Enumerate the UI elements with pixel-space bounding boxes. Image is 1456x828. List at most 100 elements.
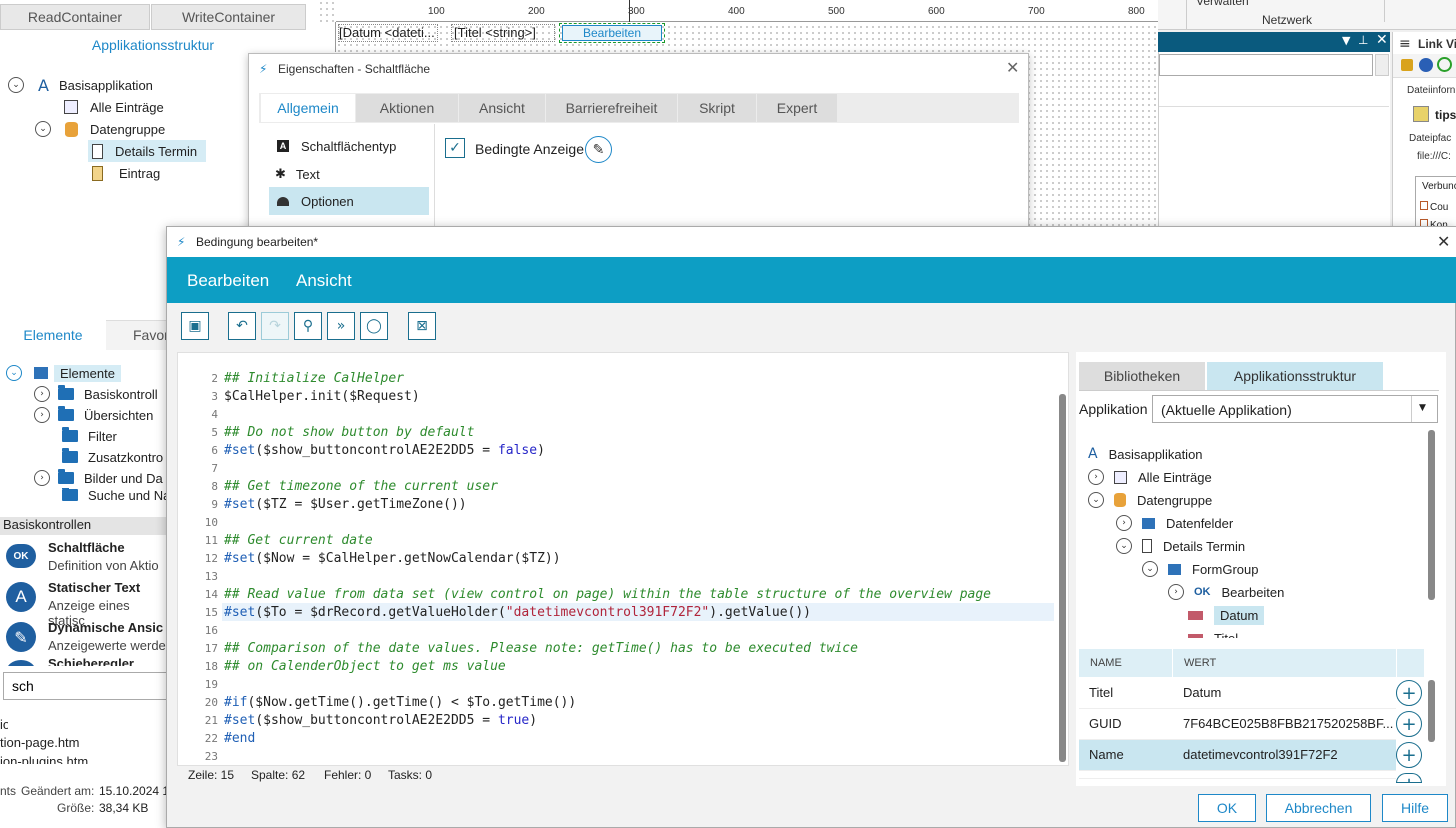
abbrechen-button[interactable]: Abbrechen (1266, 794, 1371, 822)
tree-item-elemente[interactable]: ⌄ Elemente (6, 362, 121, 384)
struct-tree-item[interactable]: Titel (1188, 627, 1238, 638)
tab-bibliotheken[interactable]: Bibliotheken (1079, 362, 1205, 390)
tab-favoriten[interactable]: Favor (133, 327, 169, 343)
close-icon[interactable]: ✕ (1437, 232, 1450, 251)
tree-item-basisapplikation[interactable]: ⌄ A Basisapplikation (8, 74, 153, 96)
clear-icon[interactable]: ⊠ (408, 312, 436, 340)
close-icon[interactable]: ✕ (1006, 58, 1019, 77)
tree-item-suche[interactable]: Suche und Na (62, 488, 170, 502)
tree-item-zusatzkontrollen[interactable]: Zusatzkontro (62, 446, 163, 468)
chevron-down-icon[interactable]: ⌄ (1142, 561, 1158, 577)
code-line[interactable]: 12 #set ($Now = $CalHelper.getNowCalendar(… (186, 549, 561, 567)
editor-scrollbar[interactable] (1059, 394, 1066, 762)
code-line[interactable]: 14 ## Read value from data set (view cont… (186, 585, 991, 603)
props-row[interactable]: Titel Datum (1079, 678, 1396, 709)
canvas-field-titel[interactable]: [Titel <string>] (451, 24, 555, 42)
verbund-item[interactable]: Cou (1420, 201, 1448, 213)
props-row[interactable]: GUID 7F64BCE025B8FBB217520258BF... (1079, 709, 1396, 740)
struct-tree-item[interactable]: A Basisapplikation (1088, 443, 1203, 465)
props-row[interactable]: Name datetimevcontrol391F72F2 (1079, 740, 1396, 771)
back-icon[interactable] (1437, 57, 1452, 72)
close-icon[interactable]: ✕ (1376, 32, 1388, 48)
tab-ansicht[interactable]: Ansicht (459, 94, 545, 122)
add-icon[interactable]: + (1396, 742, 1422, 768)
tree-item-basiskontrollen[interactable]: › Basiskontroll (34, 383, 158, 405)
add-icon[interactable]: + (1396, 711, 1422, 737)
forward-icon[interactable]: » (327, 312, 355, 340)
chevron-down-icon[interactable]: ⌄ (35, 121, 51, 137)
struct-tree-item[interactable]: ⌄ Details Termin (1116, 535, 1245, 557)
tab-elemente[interactable]: Elemente (0, 320, 106, 350)
code-line[interactable]: 8 ## Get timezone of the current user (186, 477, 498, 495)
save-icon[interactable]: ▣ (181, 312, 209, 340)
tree-item-eintrag[interactable]: Eintrag (92, 162, 160, 184)
chevron-down-icon[interactable]: ▼ (1419, 403, 1426, 413)
tab-barrierefreiheit[interactable]: Barrierefreiheit (546, 94, 677, 122)
globe-icon[interactable] (1419, 58, 1433, 72)
element-search-input[interactable] (3, 672, 171, 700)
code-line[interactable]: 22 #end (186, 729, 256, 747)
file-list-item[interactable]: ion-page.htm (0, 717, 8, 729)
chevron-right-icon[interactable]: › (1168, 584, 1184, 600)
redo-icon[interactable]: ↷ (261, 312, 289, 340)
tree-item-uebersichten[interactable]: › Übersichten (34, 404, 153, 426)
code-line[interactable]: 17 ## Comparison of the date values. Plea… (186, 639, 858, 657)
code-line[interactable]: 20 #if ($Now.getTime().getTime() < $To.get… (186, 693, 576, 711)
chevron-right-icon[interactable]: › (1088, 469, 1104, 485)
control-item-dynamische-ansicht[interactable]: ✎ Dynamische Ansic Anzeigewerte werde (0, 618, 170, 656)
tree-scrollbar[interactable] (1428, 430, 1435, 600)
chevron-right-icon[interactable]: › (34, 407, 50, 423)
tree-item-details-termin[interactable]: Details Termin (88, 140, 206, 162)
code-line[interactable]: 18 ## on CalenderObject to get ms value (186, 657, 506, 675)
code-line[interactable]: 19 (186, 675, 224, 693)
file-list-item[interactable]: ion-plugins.htm (0, 754, 88, 764)
add-icon[interactable]: + (1396, 680, 1422, 706)
ok-button[interactable]: OK (1198, 794, 1256, 822)
tree-item-datengruppe[interactable]: ⌄ Datengruppe (35, 118, 165, 140)
tab-writecontainer[interactable]: WriteContainer (151, 4, 306, 30)
code-line[interactable]: 13 (186, 567, 224, 585)
chevron-down-icon[interactable]: ⌄ (1116, 538, 1132, 554)
add-icon[interactable]: + (1396, 773, 1422, 783)
chevron-down-icon[interactable]: ⌄ (6, 365, 22, 381)
comment-icon[interactable]: ◯ (360, 312, 388, 340)
control-item-schaltflaeche[interactable]: OK Schaltfläche Definition von Aktio (0, 538, 170, 576)
tab-aktionen[interactable]: Aktionen (356, 94, 458, 122)
applikation-select[interactable]: (Aktuelle Applikation) ▼ (1152, 395, 1438, 423)
chevron-right-icon[interactable]: › (1116, 515, 1132, 531)
chevron-down-icon[interactable]: ⌄ (8, 77, 24, 93)
code-line[interactable]: 4 (186, 405, 224, 423)
code-line[interactable]: 10 (186, 513, 224, 531)
pin-icon[interactable]: ⊥ (1358, 33, 1368, 47)
search-icon[interactable]: ⚲ (294, 312, 322, 340)
code-line[interactable]: 21 #set ($show_buttoncontrolAE2E2DD5 = tru… (186, 711, 537, 729)
file-list-item[interactable]: tion-page.htm (0, 735, 80, 750)
panel-scroll[interactable] (1375, 54, 1389, 76)
struct-tree-item[interactable]: › Alle Einträge (1088, 466, 1212, 488)
side-item-optionen[interactable]: Optionen (269, 187, 429, 215)
struct-tree-item[interactable]: › Datenfelder (1116, 512, 1233, 534)
struct-tree-item[interactable]: ⌄ Datengruppe (1088, 489, 1212, 511)
struct-tree-item[interactable]: › OK Bearbeiten (1168, 581, 1284, 603)
chevron-down-icon[interactable]: ⌄ (1088, 492, 1104, 508)
menu-bearbeiten[interactable]: Bearbeiten (187, 271, 269, 291)
tab-readcontainer[interactable]: ReadContainer (0, 4, 150, 30)
code-line[interactable]: 23 (186, 747, 224, 765)
hilfe-button[interactable]: Hilfe (1382, 794, 1448, 822)
control-item-schieberegler[interactable]: Schieberegler (0, 658, 170, 666)
tree-item-filter[interactable]: Filter (62, 425, 117, 447)
code-line[interactable]: 16 (186, 621, 224, 639)
checkbox-bedingte-anzeige[interactable]: ✓ (445, 138, 465, 158)
code-line[interactable]: 7 (186, 459, 224, 477)
tab-applikationsstruktur[interactable]: Applikationsstruktur (1207, 362, 1383, 390)
props-scrollbar[interactable] (1428, 680, 1435, 742)
canvas-field-datum[interactable]: [Datum <dateti... (338, 24, 438, 42)
edit-condition-button[interactable]: ✎ (585, 136, 612, 163)
menu-ansicht[interactable]: Ansicht (296, 271, 352, 291)
tree-item-alle-eintraege[interactable]: Alle Einträge (64, 96, 164, 118)
code-line[interactable]: 6 #set ($show_buttoncontrolAE2E2DD5 = fals… (186, 441, 545, 459)
chevron-right-icon[interactable]: › (34, 386, 50, 402)
code-line[interactable]: 11 ## Get current date (186, 531, 373, 549)
code-line[interactable]: 2 ## Initialize CalHelper (186, 369, 404, 387)
lock-icon[interactable] (1401, 59, 1413, 71)
